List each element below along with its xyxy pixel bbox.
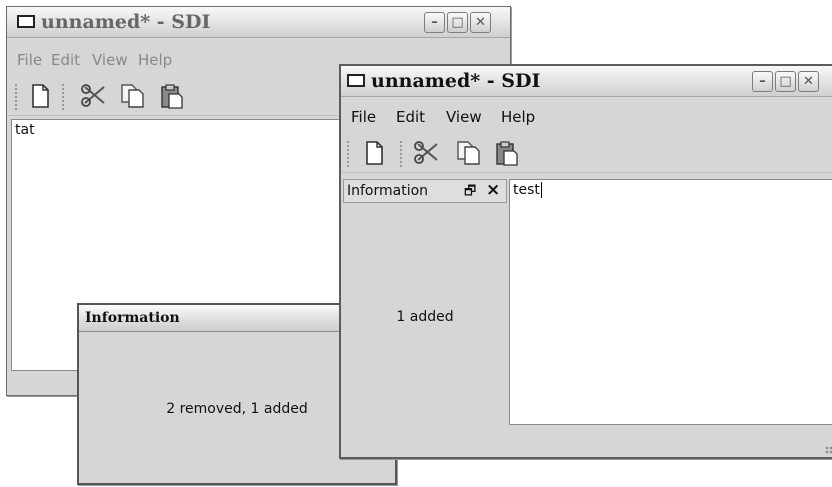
dialog-title: Information [85, 310, 180, 326]
menu-edit[interactable]: Edit [396, 108, 425, 126]
menubar: File Edit View Help [341, 104, 832, 128]
toolbar-grip[interactable] [62, 84, 64, 110]
background-window-titlebar[interactable]: unnamed* - SDI – □ ✕ [7, 7, 510, 38]
menu-edit[interactable]: Edit [51, 51, 80, 69]
toolbar-grip[interactable] [15, 84, 17, 110]
menu-file[interactable]: File [17, 51, 42, 69]
menu-help[interactable]: Help [138, 51, 172, 69]
close-button[interactable]: ✕ [470, 12, 491, 33]
menu-view[interactable]: View [92, 51, 128, 69]
copy-icon[interactable] [455, 140, 483, 166]
new-file-icon[interactable] [29, 83, 51, 109]
window-title: unnamed* - SDI [41, 11, 211, 33]
minimize-button[interactable]: – [424, 12, 445, 33]
cut-icon[interactable] [413, 140, 443, 166]
text-cursor [540, 182, 542, 198]
close-button[interactable]: ✕ [798, 71, 819, 92]
toolbar-grip[interactable] [347, 141, 349, 167]
window-icon [347, 74, 365, 87]
dock-title: Information [347, 183, 429, 199]
front-window-titlebar[interactable]: unnamed* - SDI – □ ✕ [341, 66, 832, 97]
minimize-button[interactable]: – [752, 71, 773, 92]
copy-icon[interactable] [119, 83, 147, 109]
maximize-button[interactable]: □ [775, 71, 796, 92]
dock-titlebar[interactable]: Information 🗗 × [343, 179, 507, 203]
toolbar-grip[interactable] [400, 141, 402, 167]
menu-view[interactable]: View [446, 108, 482, 126]
dock-close-icon[interactable]: × [486, 180, 500, 200]
menu-help[interactable]: Help [501, 108, 535, 126]
paste-icon[interactable] [495, 140, 519, 166]
cut-icon[interactable] [80, 83, 110, 109]
window-icon [17, 15, 35, 28]
window-title: unnamed* - SDI [371, 70, 541, 92]
front-window: unnamed* - SDI – □ ✕ File Edit View Help… [339, 64, 832, 459]
maximize-button[interactable]: □ [447, 12, 468, 33]
information-dock: Information 🗗 × 1 added [343, 179, 507, 425]
paste-icon[interactable] [160, 83, 184, 109]
dock-float-icon[interactable]: 🗗 [464, 182, 476, 204]
text-editor-content: test [513, 182, 540, 198]
text-editor[interactable]: test [509, 179, 832, 425]
size-grip[interactable] [825, 446, 832, 454]
new-file-icon[interactable] [363, 140, 385, 166]
toolbar [341, 136, 832, 173]
menu-file[interactable]: File [351, 108, 376, 126]
dock-message: 1 added [396, 309, 454, 325]
